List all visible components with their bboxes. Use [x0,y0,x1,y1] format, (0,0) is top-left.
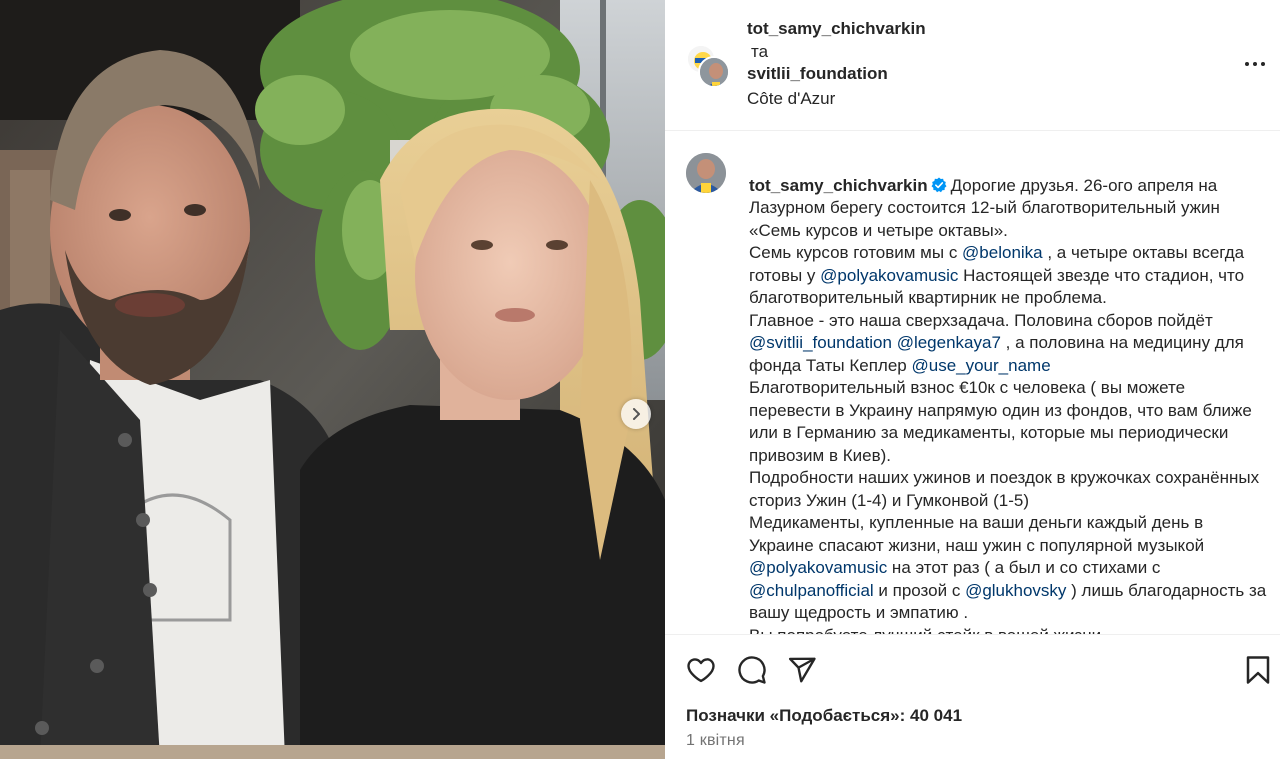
location-link[interactable]: Côte d'Azur [747,88,926,111]
share-button[interactable] [787,655,817,685]
caption-text: Дорогие друзья. 26-ого апреля на Лазурно… [749,176,1266,635]
post-actions: Позначки «Подобається»: 40 041 1 квітня [665,634,1280,759]
collab-avatars[interactable] [686,44,730,88]
chevron-right-icon [633,408,640,420]
header-username-2[interactable]: svitlii_foundation [747,63,926,86]
post-panel: tot_samy_chichvarkin та svitlii_foundati… [665,0,1280,759]
avatar-tot-samy-chichvarkin[interactable] [698,56,730,88]
user-photo-icon [700,58,728,86]
more-horizontal-icon [1245,62,1265,66]
post-caption: tot_samy_chichvarkin Дорогие друзья. 26-о… [749,152,1269,635]
caption-text-segment: на этот раз ( а был и со стихами с [891,558,1161,577]
like-button[interactable] [686,655,716,685]
mention-link[interactable]: @legenkaya7 [897,333,1001,352]
next-media-button[interactable] [621,399,651,429]
comment-icon [738,656,766,684]
post-header: tot_samy_chichvarkin та svitlii_foundati… [665,0,1280,131]
mention-link[interactable]: @use_your_name [911,356,1050,375]
header-conjunction: та [751,41,769,61]
mention-link[interactable]: @polyakovamusic [749,558,887,577]
heart-icon [687,658,715,683]
header-username-1[interactable]: tot_samy_chichvarkin [747,18,926,41]
verified-badge-icon [931,177,947,192]
mention-link[interactable]: @svitlii_foundation [749,333,892,352]
comments-section[interactable]: tot_samy_chichvarkin Дорогие друзья. 26-о… [665,132,1280,634]
caption-avatar[interactable] [686,153,726,193]
likes-count[interactable]: Позначки «Подобається»: 40 041 [686,706,962,726]
more-options-button[interactable] [1243,52,1267,76]
comment-button[interactable] [737,655,767,685]
mention-link[interactable]: @polyakovamusic [820,266,958,285]
mention-link[interactable]: @belonika [962,243,1043,262]
user-photo-icon [686,153,726,193]
video-frame [0,0,665,759]
post-date[interactable]: 1 квітня [686,732,745,750]
caption-username[interactable]: tot_samy_chichvarkin [749,176,928,195]
bookmark-icon [1246,656,1270,684]
header-text: tot_samy_chichvarkin та svitlii_foundati… [747,18,926,110]
caption-text-segment: и прозой с [873,580,966,600]
mention-link[interactable]: @glukhovsky [965,581,1066,600]
caption-text-segment: Благотворительный взнос €10к с человека … [749,378,1260,555]
paper-plane-icon [788,657,816,683]
save-button[interactable] [1244,655,1272,685]
mention-link[interactable]: @chulpanofficial [749,581,874,600]
post-media[interactable] [0,0,665,759]
